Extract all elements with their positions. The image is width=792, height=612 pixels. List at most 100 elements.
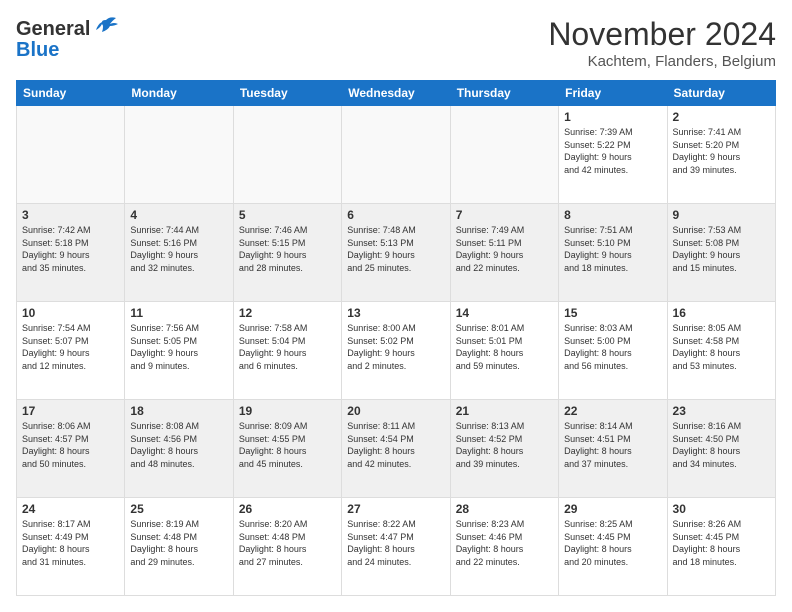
day-number: 14 bbox=[456, 306, 553, 320]
day-info: Sunrise: 8:14 AM Sunset: 4:51 PM Dayligh… bbox=[564, 420, 661, 470]
table-row: 23 Sunrise: 8:16 AM Sunset: 4:50 PM Dayli… bbox=[667, 400, 775, 498]
day-info: Sunrise: 7:48 AM Sunset: 5:13 PM Dayligh… bbox=[347, 224, 444, 274]
table-row bbox=[233, 106, 341, 204]
day-info: Sunrise: 7:51 AM Sunset: 5:10 PM Dayligh… bbox=[564, 224, 661, 274]
table-row bbox=[450, 106, 558, 204]
table-row: 6 Sunrise: 7:48 AM Sunset: 5:13 PM Daylig… bbox=[342, 204, 450, 302]
table-row: 24 Sunrise: 8:17 AM Sunset: 4:49 PM Dayli… bbox=[17, 498, 125, 596]
day-number: 15 bbox=[564, 306, 661, 320]
table-row: 20 Sunrise: 8:11 AM Sunset: 4:54 PM Dayli… bbox=[342, 400, 450, 498]
day-info: Sunrise: 7:42 AM Sunset: 5:18 PM Dayligh… bbox=[22, 224, 119, 274]
header: General Blue November 2024 Kachtem, Flan… bbox=[16, 16, 776, 70]
day-info: Sunrise: 8:08 AM Sunset: 4:56 PM Dayligh… bbox=[130, 420, 227, 470]
day-number: 17 bbox=[22, 404, 119, 418]
header-tuesday: Tuesday bbox=[233, 81, 341, 106]
day-number: 19 bbox=[239, 404, 336, 418]
day-number: 4 bbox=[130, 208, 227, 222]
table-row: 14 Sunrise: 8:01 AM Sunset: 5:01 PM Dayli… bbox=[450, 302, 558, 400]
day-number: 18 bbox=[130, 404, 227, 418]
table-row: 30Sunrise: 8:26 AM Sunset: 4:45 PM Dayli… bbox=[667, 498, 775, 596]
day-info: Sunrise: 8:11 AM Sunset: 4:54 PM Dayligh… bbox=[347, 420, 444, 470]
table-row: 17 Sunrise: 8:06 AM Sunset: 4:57 PM Dayli… bbox=[17, 400, 125, 498]
day-info: Sunrise: 8:06 AM Sunset: 4:57 PM Dayligh… bbox=[22, 420, 119, 470]
table-row: 5 Sunrise: 7:46 AM Sunset: 5:15 PM Daylig… bbox=[233, 204, 341, 302]
day-number: 28 bbox=[456, 502, 553, 516]
day-info: Sunrise: 7:44 AM Sunset: 5:16 PM Dayligh… bbox=[130, 224, 227, 274]
table-row: 8 Sunrise: 7:51 AM Sunset: 5:10 PM Daylig… bbox=[559, 204, 667, 302]
header-monday: Monday bbox=[125, 81, 233, 106]
calendar-header-row: Sunday Monday Tuesday Wednesday Thursday… bbox=[17, 81, 776, 106]
day-info: Sunrise: 8:25 AM Sunset: 4:45 PM Dayligh… bbox=[564, 518, 661, 568]
day-info: Sunrise: 8:13 AM Sunset: 4:52 PM Dayligh… bbox=[456, 420, 553, 470]
table-row: 18 Sunrise: 8:08 AM Sunset: 4:56 PM Dayli… bbox=[125, 400, 233, 498]
day-number: 3 bbox=[22, 208, 119, 222]
table-row: 4 Sunrise: 7:44 AM Sunset: 5:16 PM Daylig… bbox=[125, 204, 233, 302]
table-row: 9 Sunrise: 7:53 AM Sunset: 5:08 PM Daylig… bbox=[667, 204, 775, 302]
table-row bbox=[342, 106, 450, 204]
logo-bird-icon bbox=[92, 16, 120, 43]
day-info: Sunrise: 8:26 AM Sunset: 4:45 PM Dayligh… bbox=[673, 518, 770, 568]
page: General Blue November 2024 Kachtem, Flan… bbox=[0, 0, 792, 612]
day-number: 9 bbox=[673, 208, 770, 222]
day-number: 16 bbox=[673, 306, 770, 320]
table-row: 2 Sunrise: 7:41 AM Sunset: 5:20 PM Daylig… bbox=[667, 106, 775, 204]
day-number: 5 bbox=[239, 208, 336, 222]
table-row: 21Sunrise: 8:13 AM Sunset: 4:52 PM Dayli… bbox=[450, 400, 558, 498]
logo-general: General bbox=[16, 18, 90, 41]
table-row: 12Sunrise: 7:58 AM Sunset: 5:04 PM Dayli… bbox=[233, 302, 341, 400]
day-info: Sunrise: 8:16 AM Sunset: 4:50 PM Dayligh… bbox=[673, 420, 770, 470]
header-saturday: Saturday bbox=[667, 81, 775, 106]
calendar-week-row: 24 Sunrise: 8:17 AM Sunset: 4:49 PM Dayli… bbox=[17, 498, 776, 596]
day-info: Sunrise: 7:41 AM Sunset: 5:20 PM Dayligh… bbox=[673, 126, 770, 176]
header-thursday: Thursday bbox=[450, 81, 558, 106]
day-number: 24 bbox=[22, 502, 119, 516]
table-row: 27Sunrise: 8:22 AM Sunset: 4:47 PM Dayli… bbox=[342, 498, 450, 596]
table-row: 15 Sunrise: 8:03 AM Sunset: 5:00 PM Dayli… bbox=[559, 302, 667, 400]
day-number: 8 bbox=[564, 208, 661, 222]
day-number: 20 bbox=[347, 404, 444, 418]
day-number: 26 bbox=[239, 502, 336, 516]
day-info: Sunrise: 8:17 AM Sunset: 4:49 PM Dayligh… bbox=[22, 518, 119, 568]
table-row: 19 Sunrise: 8:09 AM Sunset: 4:55 PM Dayli… bbox=[233, 400, 341, 498]
header-sunday: Sunday bbox=[17, 81, 125, 106]
day-info: Sunrise: 8:03 AM Sunset: 5:00 PM Dayligh… bbox=[564, 322, 661, 372]
day-number: 25 bbox=[130, 502, 227, 516]
day-number: 23 bbox=[673, 404, 770, 418]
table-row: 13Sunrise: 8:00 AM Sunset: 5:02 PM Dayli… bbox=[342, 302, 450, 400]
day-info: Sunrise: 7:56 AM Sunset: 5:05 PM Dayligh… bbox=[130, 322, 227, 372]
calendar-week-row: 17 Sunrise: 8:06 AM Sunset: 4:57 PM Dayli… bbox=[17, 400, 776, 498]
day-info: Sunrise: 8:05 AM Sunset: 4:58 PM Dayligh… bbox=[673, 322, 770, 372]
day-info: Sunrise: 8:22 AM Sunset: 4:47 PM Dayligh… bbox=[347, 518, 444, 568]
day-info: Sunrise: 8:23 AM Sunset: 4:46 PM Dayligh… bbox=[456, 518, 553, 568]
table-row: 11 Sunrise: 7:56 AM Sunset: 5:05 PM Dayli… bbox=[125, 302, 233, 400]
day-number: 10 bbox=[22, 306, 119, 320]
location-subtitle: Kachtem, Flanders, Belgium bbox=[548, 53, 776, 70]
day-info: Sunrise: 8:19 AM Sunset: 4:48 PM Dayligh… bbox=[130, 518, 227, 568]
day-number: 7 bbox=[456, 208, 553, 222]
table-row: 22Sunrise: 8:14 AM Sunset: 4:51 PM Dayli… bbox=[559, 400, 667, 498]
table-row: 1Sunrise: 7:39 AM Sunset: 5:22 PM Daylig… bbox=[559, 106, 667, 204]
day-info: Sunrise: 7:39 AM Sunset: 5:22 PM Dayligh… bbox=[564, 126, 661, 176]
day-number: 2 bbox=[673, 110, 770, 124]
day-info: Sunrise: 7:49 AM Sunset: 5:11 PM Dayligh… bbox=[456, 224, 553, 274]
table-row: 10Sunrise: 7:54 AM Sunset: 5:07 PM Dayli… bbox=[17, 302, 125, 400]
calendar: Sunday Monday Tuesday Wednesday Thursday… bbox=[16, 80, 776, 596]
day-number: 12 bbox=[239, 306, 336, 320]
header-friday: Friday bbox=[559, 81, 667, 106]
table-row bbox=[17, 106, 125, 204]
calendar-week-row: 3 Sunrise: 7:42 AM Sunset: 5:18 PM Daylig… bbox=[17, 204, 776, 302]
table-row: 26Sunrise: 8:20 AM Sunset: 4:48 PM Dayli… bbox=[233, 498, 341, 596]
calendar-week-row: 1Sunrise: 7:39 AM Sunset: 5:22 PM Daylig… bbox=[17, 106, 776, 204]
day-number: 11 bbox=[130, 306, 227, 320]
header-wednesday: Wednesday bbox=[342, 81, 450, 106]
day-number: 6 bbox=[347, 208, 444, 222]
table-row bbox=[125, 106, 233, 204]
day-info: Sunrise: 7:46 AM Sunset: 5:15 PM Dayligh… bbox=[239, 224, 336, 274]
day-info: Sunrise: 7:53 AM Sunset: 5:08 PM Dayligh… bbox=[673, 224, 770, 274]
day-info: Sunrise: 8:01 AM Sunset: 5:01 PM Dayligh… bbox=[456, 322, 553, 372]
day-number: 29 bbox=[564, 502, 661, 516]
table-row: 16 Sunrise: 8:05 AM Sunset: 4:58 PM Dayli… bbox=[667, 302, 775, 400]
title-section: November 2024 Kachtem, Flanders, Belgium bbox=[548, 16, 776, 70]
day-info: Sunrise: 8:09 AM Sunset: 4:55 PM Dayligh… bbox=[239, 420, 336, 470]
table-row: 25 Sunrise: 8:19 AM Sunset: 4:48 PM Dayli… bbox=[125, 498, 233, 596]
